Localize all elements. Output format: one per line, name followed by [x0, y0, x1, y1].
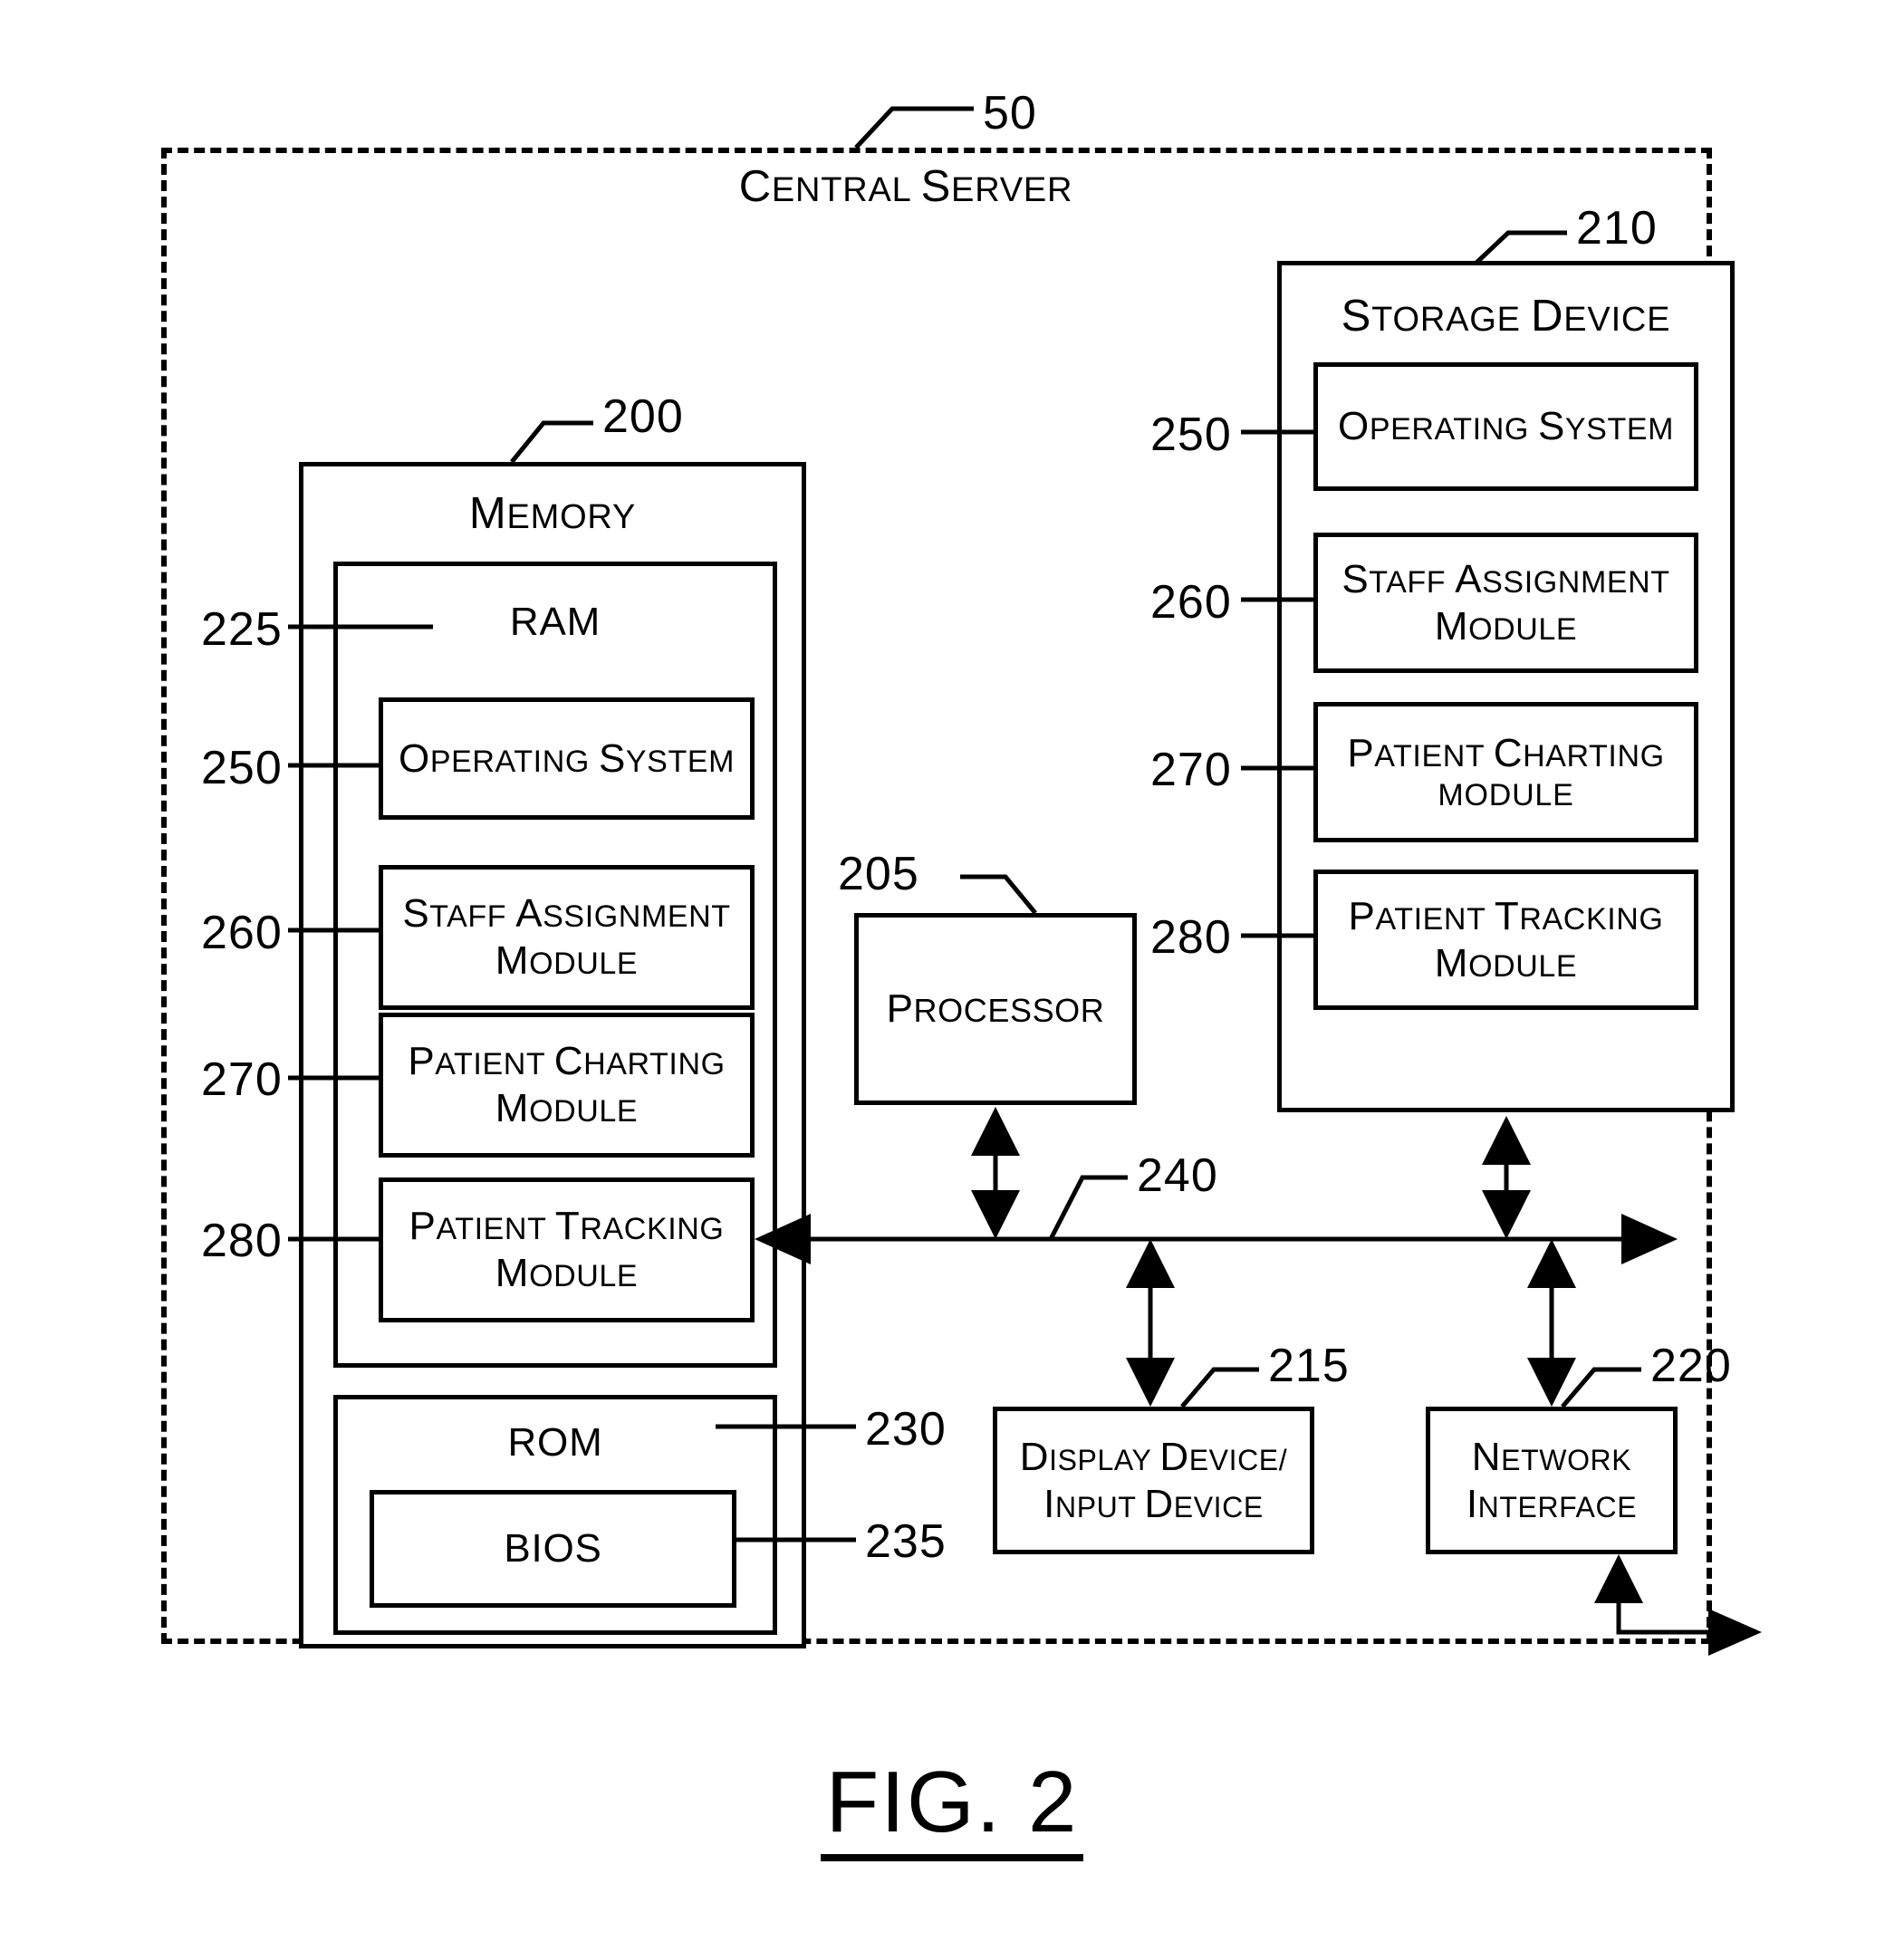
ref-260-storage: 260 [1150, 576, 1232, 629]
ref-215: 215 [1268, 1340, 1350, 1392]
ref-260-ram: 260 [201, 907, 283, 959]
storage-patient-charting-line2: module [1438, 778, 1574, 813]
ram-staff-assignment-line1: STAFF ASSIGNMENT [402, 891, 731, 937]
figure-caption: FIG. 2 [0, 1753, 1904, 1861]
display-device-line1: DISPLAY DEVICE/ [1019, 1434, 1288, 1479]
network-external-arrow-right [1708, 1609, 1762, 1656]
memory-title: MEMORY [468, 489, 637, 538]
ram-patient-tracking-line1: PATIENT TRACKING [409, 1204, 725, 1249]
ref-250-ram: 250 [201, 742, 283, 794]
central-server-label-text: CENTRAL SERVER [738, 162, 1073, 211]
storage-device-title: STORAGE DEVICE [1341, 292, 1671, 341]
storage-operating-system-box[interactable]: OPERATING SYSTEM [1313, 362, 1698, 491]
ref-270-ram: 270 [201, 1053, 283, 1106]
ref-235: 235 [865, 1515, 947, 1568]
rom-title: ROM [507, 1420, 603, 1465]
ram-staff-assignment-box[interactable]: STAFF ASSIGNMENT MODULE [379, 865, 755, 1010]
storage-staff-assignment-line2: MODULE [1434, 603, 1578, 649]
ram-operating-system-box[interactable]: OPERATING SYSTEM [379, 697, 755, 820]
ref-240: 240 [1137, 1149, 1218, 1202]
processor-label: PROCESSOR [886, 986, 1105, 1032]
ref-280-ram: 280 [201, 1215, 283, 1267]
ram-patient-charting-line1: PATIENT CHARTING [408, 1039, 726, 1084]
figure-caption-text: FIG. 2 [820, 1754, 1084, 1861]
ref-270-storage: 270 [1150, 744, 1232, 796]
storage-patient-tracking-box[interactable]: PATIENT TRACKING MODULE [1313, 870, 1698, 1010]
network-interface-box[interactable]: NETWORK INTERFACE [1426, 1407, 1678, 1554]
ref-280-storage: 280 [1150, 911, 1232, 964]
network-interface-line1: NETWORK [1471, 1434, 1632, 1479]
ref-205: 205 [838, 848, 919, 900]
storage-staff-assignment-line1: STAFF ASSIGNMENT [1341, 556, 1670, 601]
storage-staff-assignment-box[interactable]: STAFF ASSIGNMENT MODULE [1313, 533, 1698, 673]
leader-50 [854, 106, 974, 149]
storage-operating-system-label: OPERATING SYSTEM [1337, 404, 1675, 449]
patent-figure-2: 50 CENTRAL SERVER 200 MEMORY 225 RAM 250… [0, 0, 1904, 1951]
ref-230: 230 [865, 1403, 947, 1456]
storage-patient-charting-line1: PATIENT CHARTING [1347, 731, 1665, 776]
ref-220: 220 [1650, 1340, 1732, 1392]
ram-patient-tracking-box[interactable]: PATIENT TRACKING MODULE [379, 1177, 755, 1322]
ram-title: RAM [509, 600, 601, 644]
ram-operating-system-label: OPERATING SYSTEM [398, 735, 736, 781]
storage-patient-tracking-line2: MODULE [1434, 940, 1578, 985]
ref-250-storage: 250 [1150, 408, 1232, 461]
network-interface-line2: INTERFACE [1466, 1481, 1638, 1526]
storage-patient-tracking-line1: PATIENT TRACKING [1348, 893, 1664, 938]
ram-patient-charting-box[interactable]: PATIENT CHARTING MODULE [379, 1013, 755, 1158]
ref-200: 200 [602, 390, 684, 443]
display-input-device-box[interactable]: DISPLAY DEVICE/ INPUT DEVICE [993, 1407, 1314, 1554]
ram-patient-tracking-line2: MODULE [495, 1251, 639, 1295]
storage-patient-charting-box[interactable]: PATIENT CHARTING module [1313, 702, 1698, 842]
ram-staff-assignment-line2: MODULE [495, 938, 639, 983]
ram-patient-charting-line2: MODULE [495, 1086, 639, 1130]
bios-box[interactable]: BIOS [370, 1490, 736, 1608]
central-server-label: CENTRAL SERVER [716, 161, 1096, 212]
ref-225: 225 [201, 603, 283, 656]
ref-50: 50 [983, 87, 1037, 139]
display-device-line2: INPUT DEVICE [1043, 1481, 1264, 1526]
ref-210: 210 [1576, 202, 1658, 255]
bios-label: BIOS [504, 1526, 602, 1571]
processor-box[interactable]: PROCESSOR [854, 913, 1137, 1105]
